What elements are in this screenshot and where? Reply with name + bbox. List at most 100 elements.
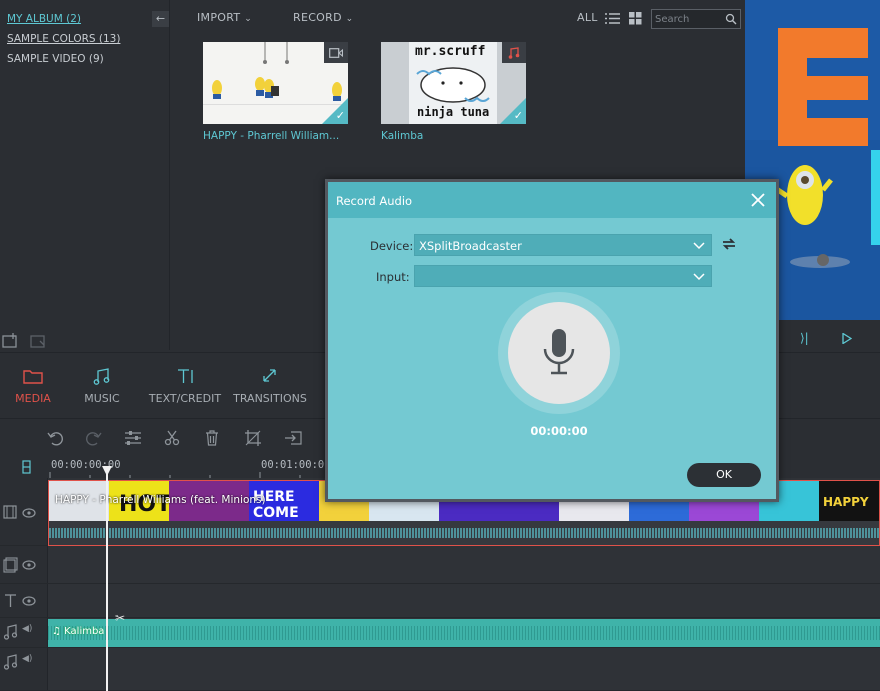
input-label: Input: [376,270,410,284]
audio-track-header: ◀) [0,618,48,647]
record-menu[interactable]: RECORD ⌄ [293,11,354,24]
text-icon [178,369,193,383]
import-label: IMPORT [197,11,241,24]
sidebar-item-sample-colors[interactable]: SAMPLE COLORS (13) [7,33,120,45]
video-track-2 [0,546,880,584]
check-icon: ✓ [335,109,345,122]
media-thumb-kalimba[interactable]: mr.scruff ninja tuna ✓ [381,42,526,124]
tab-media-label: MEDIA [15,392,51,405]
tab-transitions-label: TRANSITIONS [233,392,307,405]
search-box[interactable] [651,9,741,29]
list-view-icon[interactable] [605,12,620,25]
video-track-header [0,478,48,545]
visibility-eye-icon[interactable] [22,560,36,570]
crop-icon [245,430,261,446]
media-caption-happy: HAPPY - Pharrell William... [203,130,340,142]
device-label: Device: [370,239,414,253]
import-menu[interactable]: IMPORT ⌄ [197,11,252,24]
recording-timer: 00:00:00 [530,424,588,438]
audio-track-1: ◀) ♫ Kalimba [0,618,880,648]
visibility-eye-icon[interactable] [22,596,36,606]
playhead[interactable] [106,466,108,691]
audio-clip[interactable]: ♫ Kalimba [48,619,880,647]
sidebar-item-my-album[interactable]: MY ALBUM (2) [7,13,81,25]
snap-icon[interactable] [22,460,32,474]
scissors-split-icon[interactable]: ✂ [115,611,125,625]
redo-icon [86,432,102,446]
chevron-down-icon: ⌄ [244,14,253,24]
filter-all[interactable]: ALL [577,11,598,24]
tab-music-label: MUSIC [84,392,120,405]
sliders-icon [125,431,141,445]
remove-folder-icon[interactable] [30,333,48,349]
dialog-title-bar[interactable]: Record Audio [328,182,776,218]
video-type-badge [324,42,348,63]
transitions-icon [263,369,276,382]
audio-track-2-header: ◀) [0,648,48,690]
record-audio-dialog: Record Audio Device: XSplitBroadcaster I… [325,179,779,502]
folder-icon [23,370,43,384]
audio-clip-title: ♫ Kalimba [52,626,104,637]
album-art-text-bottom: ninja tuna [417,105,490,119]
speaker-icon[interactable]: ◀) [22,624,32,634]
device-select[interactable]: XSplitBroadcaster [414,234,712,256]
grid-view-icon[interactable] [629,12,642,25]
video-clip-title: HAPPY - Pharrell Williams (feat. Minions… [55,494,266,506]
ok-button[interactable]: OK [687,463,761,487]
input-select[interactable] [414,265,712,287]
add-folder-icon[interactable] [2,333,20,349]
adjust-button[interactable] [122,427,144,449]
tab-text-credit-label: TEXT/CREDIT [148,392,222,405]
overlay-film-icon [3,557,18,573]
delete-button[interactable] [201,427,223,449]
text-track-icon [5,594,16,607]
refresh-icon[interactable] [721,236,737,252]
scissors-icon [164,430,180,446]
audio-track-icon [3,654,18,670]
crop-button[interactable] [242,427,264,449]
album-art-text-top: mr.scruff [415,44,486,59]
sidebar-item-sample-video[interactable]: SAMPLE VIDEO (9) [7,53,104,65]
redo-button[interactable] [82,427,104,449]
close-icon[interactable] [748,190,768,210]
search-input[interactable] [655,12,725,26]
next-frame-icon[interactable]: ⟩| [800,331,809,345]
collapse-sidebar-button[interactable]: ← [152,11,169,27]
svg-text:HAPPY: HAPPY [823,495,869,509]
record-button[interactable] [508,302,610,404]
video-editor-app: MY ALBUM (2) SAMPLE COLORS (13) SAMPLE V… [0,0,880,691]
microphone-icon [543,329,575,375]
playback-controls: ⟩| [780,325,880,353]
tab-music[interactable]: MUSIC [80,367,124,405]
arrow-left-icon: ← [155,12,166,25]
check-icon: ✓ [513,109,523,122]
library-sidebar: MY ALBUM (2) SAMPLE COLORS (13) SAMPLE V… [0,0,170,350]
export-button[interactable] [282,427,304,449]
trash-icon [206,430,218,446]
chevron-down-icon [693,242,705,250]
tab-transitions[interactable]: TRANSITIONS [230,367,310,405]
speaker-icon[interactable]: ◀) [22,654,32,664]
export-icon [285,431,302,445]
tab-text-credit[interactable]: TEXT/CREDIT [147,367,223,405]
text-track [0,584,880,618]
cut-button[interactable] [161,427,183,449]
device-select-value: XSplitBroadcaster [419,239,522,253]
play-icon[interactable] [842,333,852,344]
audio-type-badge [502,42,526,63]
music-icon [93,368,110,385]
audio-track-2: ◀) [0,648,880,691]
audio-waveform [48,626,880,640]
media-caption-kalimba: Kalimba [381,130,424,142]
tab-media[interactable]: MEDIA [12,367,54,405]
undo-button[interactable] [45,427,67,449]
search-icon[interactable] [725,13,737,25]
svg-text:COME: COME [253,505,299,521]
chevron-down-icon [693,273,705,281]
media-thumb-happy[interactable]: ✓ [203,42,348,124]
audio-clip-name: Kalimba [64,626,105,637]
visibility-eye-icon[interactable] [22,508,36,518]
film-icon [3,505,17,519]
video-track-2-header [0,546,48,583]
time-label-1min: 00:01:00:00 [261,459,331,471]
